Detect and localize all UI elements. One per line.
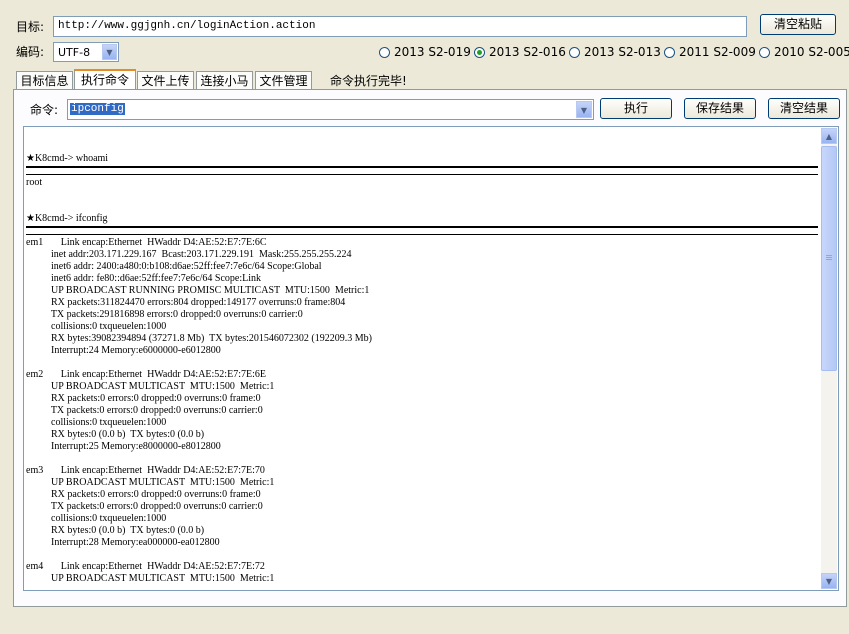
radio-circle[interactable]: [664, 46, 675, 58]
command-input[interactable]: ipconfig ▼: [67, 99, 594, 120]
output-content: ★K8cmd-> whoami root ★K8cmd-> ifconfig e…: [26, 153, 818, 585]
url-input[interactable]: http://www.ggjgnh.cn/loginAction.action: [53, 16, 747, 37]
output-line: inet6 addr: fe80::d6ae:52ff:fee7:7e6c/64…: [26, 273, 262, 284]
output-blank: [26, 189, 818, 213]
tab-execute-command[interactable]: 执行命令: [74, 69, 136, 90]
output-line: UP BROADCAST RUNNING PROMISC MULTICAST M…: [26, 285, 370, 296]
separator-line: [26, 166, 818, 175]
tab-connect-shell[interactable]: 连接小马: [196, 71, 253, 90]
exploit-radio-s2-009[interactable]: 2011 S2-009: [664, 45, 756, 59]
output-line: UP BROADCAST MULTICAST MTU:1500 Metric:1: [26, 573, 275, 584]
command-label: 命令:: [30, 103, 59, 117]
output-line: RX packets:311824470 errors:804 dropped:…: [26, 297, 346, 308]
output-prompt: ★K8cmd-> whoami: [26, 153, 109, 164]
output-line: [26, 549, 818, 561]
target-label: 目标:: [16, 20, 45, 34]
output-line: em3 Link encap:Ethernet HWaddr D4:AE:52:…: [26, 465, 265, 476]
tab-file-manager[interactable]: 文件管理: [255, 71, 312, 90]
output-line: TX packets:0 errors:0 dropped:0 overruns…: [26, 405, 263, 416]
output-line: [26, 357, 818, 369]
output-prompt: ★K8cmd-> ifconfig: [26, 213, 108, 224]
scroll-down-icon[interactable]: ▼: [821, 573, 837, 589]
output-line: collisions:0 txqueuelen:1000: [26, 417, 167, 428]
output-line: TX packets:0 errors:0 dropped:0 overruns…: [26, 501, 263, 512]
radio-circle-selected[interactable]: [474, 46, 485, 58]
exploit-radio-s2-019[interactable]: 2013 S2-019: [379, 45, 471, 59]
exploit-radio-s2-005[interactable]: 2010 S2-005: [759, 45, 849, 59]
encoding-select[interactable]: UTF-8 ▼: [53, 42, 119, 62]
output-line: collisions:0 txqueuelen:1000: [26, 513, 167, 524]
clear-paste-button[interactable]: 清空粘贴: [760, 14, 836, 35]
radio-circle[interactable]: [379, 46, 390, 58]
output-line: RX bytes:0 (0.0 b) TX bytes:0 (0.0 b): [26, 525, 205, 536]
status-text: 命令执行完毕!: [330, 74, 407, 88]
output-line: em2 Link encap:Ethernet HWaddr D4:AE:52:…: [26, 369, 266, 380]
chevron-down-icon[interactable]: ▼: [576, 101, 592, 118]
execute-button[interactable]: 执行: [600, 98, 672, 119]
save-results-button[interactable]: 保存结果: [684, 98, 756, 119]
clear-results-button[interactable]: 清空结果: [768, 98, 840, 119]
output-line: inet addr:203.171.229.167 Bcast:203.171.…: [26, 249, 352, 260]
encoding-value: UTF-8: [58, 46, 91, 59]
radio-circle[interactable]: [569, 46, 580, 58]
scroll-thumb[interactable]: [821, 146, 837, 371]
tab-target-info[interactable]: 目标信息: [16, 71, 73, 90]
output-line: em4 Link encap:Ethernet HWaddr D4:AE:52:…: [26, 561, 265, 572]
separator-line: [26, 226, 818, 235]
output-line: RX bytes:0 (0.0 b) TX bytes:0 (0.0 b): [26, 429, 205, 440]
output-line: UP BROADCAST MULTICAST MTU:1500 Metric:1: [26, 477, 275, 488]
command-value: ipconfig: [70, 103, 125, 115]
ifconfig-output: em1 Link encap:Ethernet HWaddr D4:AE:52:…: [26, 237, 818, 585]
output-line: inet6 addr: 2400:a480:0:b108:d6ae:52ff:f…: [26, 261, 322, 272]
exploit-radio-s2-013[interactable]: 2013 S2-013: [569, 45, 661, 59]
scroll-up-icon[interactable]: ▲: [821, 128, 837, 144]
output-line: [26, 453, 818, 465]
vertical-scrollbar[interactable]: ▲ ▼: [821, 128, 837, 589]
output-line: TX packets:291816898 errors:0 dropped:0 …: [26, 309, 303, 320]
tab-file-upload[interactable]: 文件上传: [137, 71, 194, 90]
radio-circle[interactable]: [759, 46, 770, 58]
output-line: root: [26, 177, 43, 188]
chevron-down-icon[interactable]: ▼: [102, 44, 117, 60]
url-value: http://www.ggjgnh.cn/loginAction.action: [58, 20, 316, 32]
output-line: RX bytes:39082394894 (37271.8 Mb) TX byt…: [26, 333, 372, 344]
output-line: Interrupt:28 Memory:ea000000-ea012800: [26, 537, 220, 548]
output-line: RX packets:0 errors:0 dropped:0 overruns…: [26, 393, 261, 404]
output-line: UP BROADCAST MULTICAST MTU:1500 Metric:1: [26, 381, 275, 392]
exploit-radio-s2-016[interactable]: 2013 S2-016: [474, 45, 566, 59]
output-line: em1 Link encap:Ethernet HWaddr D4:AE:52:…: [26, 237, 267, 248]
output-line: RX packets:0 errors:0 dropped:0 overruns…: [26, 489, 261, 500]
encoding-label: 编码:: [16, 45, 45, 59]
output-textarea[interactable]: ★K8cmd-> whoami root ★K8cmd-> ifconfig e…: [23, 126, 839, 591]
output-line: collisions:0 txqueuelen:1000: [26, 321, 167, 332]
output-line: Interrupt:25 Memory:e8000000-e8012800: [26, 441, 221, 452]
output-line: Interrupt:24 Memory:e6000000-e6012800: [26, 345, 221, 356]
